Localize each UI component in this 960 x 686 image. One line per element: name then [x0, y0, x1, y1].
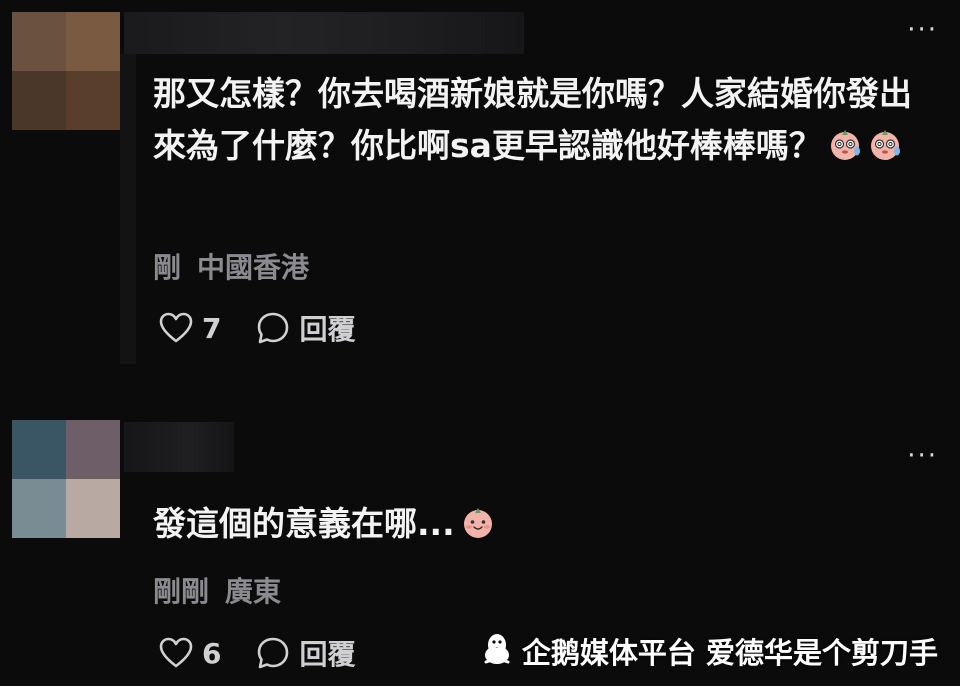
- smiling-face-icon: [461, 502, 495, 538]
- location: 中國香港: [197, 251, 310, 284]
- timestamp: 剛: [153, 251, 182, 284]
- avatar-pixel: [12, 420, 66, 479]
- comment-text: 那又怎樣？你去喝酒新娘就是你嗎？人家結婚你發出來為了什麼？你比啊sa更早認識他好…: [153, 68, 933, 172]
- comment-meta: 剛中國香港: [153, 246, 309, 286]
- avatar[interactable]: [12, 420, 120, 538]
- avatar-pixel: [12, 479, 66, 538]
- comment-text-content: 發這個的意義在哪...: [153, 504, 455, 543]
- comment-meta: 剛剛 廣東: [153, 570, 281, 610]
- timestamp: 剛剛: [153, 575, 210, 608]
- comment-text: 發這個的意義在哪...: [153, 498, 933, 550]
- username-blurred[interactable]: [124, 422, 234, 472]
- avatar[interactable]: [12, 12, 120, 130]
- comment-text-content: 那又怎樣？你去喝酒新娘就是你嗎？人家結婚你發出來為了什麼？你比啊sa更早認識他好…: [153, 74, 912, 165]
- watermark: 企鹅媒体平台 爱德华是个剪刀手: [482, 630, 938, 672]
- like-count: 7: [202, 311, 222, 345]
- heart-icon[interactable]: [158, 635, 194, 671]
- location: 廣東: [225, 575, 282, 608]
- avatar-pixel: [66, 479, 120, 538]
- comment-actions: 7 回覆: [158, 308, 356, 348]
- reply-button[interactable]: 回覆: [299, 633, 355, 673]
- comment-bubble-icon[interactable]: [255, 310, 291, 346]
- face-with-spiral-eyes-icon: [868, 124, 902, 160]
- avatar-pixel: [66, 420, 120, 479]
- heart-icon[interactable]: [158, 310, 194, 346]
- face-with-spiral-eyes-icon: [828, 124, 862, 160]
- more-options-icon[interactable]: ···: [907, 443, 938, 469]
- comment-actions: 6 回覆: [158, 633, 356, 673]
- avatar-pixel: [12, 12, 66, 71]
- avatar-pixel: [12, 71, 66, 130]
- avatar-pixel: [66, 71, 120, 130]
- reply-button[interactable]: 回覆: [299, 308, 355, 348]
- penguin-icon: [482, 631, 512, 672]
- avatar-pixel: [66, 12, 120, 71]
- comment-bubble-icon[interactable]: [255, 635, 291, 671]
- like-count: 6: [202, 636, 222, 670]
- comment-item: ··· 那又怎樣？你去喝酒新娘就是你嗎？人家結婚你發出來為了什麼？你比啊sa更早…: [0, 0, 960, 400]
- watermark-text: 企鹅媒体平台 爱德华是个剪刀手: [521, 636, 938, 670]
- username-blurred[interactable]: [124, 12, 524, 54]
- more-options-icon[interactable]: ···: [907, 17, 938, 43]
- thread-line: [120, 54, 136, 364]
